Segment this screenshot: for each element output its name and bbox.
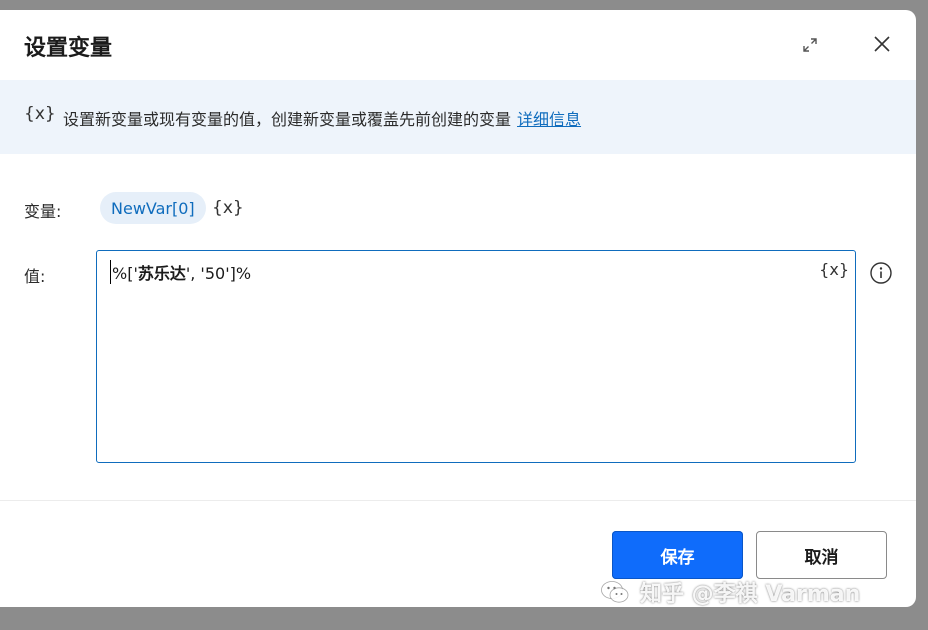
expand-arrows-icon: [803, 38, 817, 52]
variable-icon: {x}: [24, 104, 56, 124]
banner-text: 设置新变量或现有变量的值，创建新变量或覆盖先前创建的变量 详细信息: [63, 106, 581, 130]
watermark-text: 知乎 @李祺 Varman: [640, 582, 861, 607]
wechat-logo-icon: [601, 581, 629, 603]
info-glyph: [870, 262, 892, 284]
dialog-title: 设置变量: [24, 36, 113, 61]
expand-button[interactable]: [798, 33, 822, 57]
watermark: 知乎 @李祺 Varman: [600, 572, 860, 612]
variable-picker-icon[interactable]: {x}: [212, 198, 244, 218]
close-icon: [874, 36, 890, 52]
value-label: 值:: [24, 267, 46, 286]
info-circle-icon[interactable]: [869, 261, 893, 285]
banner-description: 设置新变量或现有变量的值，创建新变量或覆盖先前创建的变量: [63, 110, 512, 129]
dialog-header: 设置变量: [0, 10, 916, 80]
value-variable-picker-icon[interactable]: {x}: [819, 260, 849, 279]
set-variable-dialog: 设置变量 {x} 设置新变量或现有变量的值，创建新变量或覆盖先前创建的变量 详细信…: [0, 10, 916, 607]
value-input[interactable]: %['苏乐达', '50']% {x}: [96, 250, 856, 463]
value-text: %['苏乐达', '50']%: [110, 260, 251, 284]
info-banner: {x} 设置新变量或现有变量的值，创建新变量或覆盖先前创建的变量 详细信息: [0, 80, 916, 154]
variable-name-chip[interactable]: NewVar[0]: [100, 192, 206, 224]
value-bold-part: 苏乐达: [137, 264, 186, 283]
footer-divider: [0, 500, 916, 501]
more-info-link[interactable]: 详细信息: [517, 110, 581, 129]
close-button[interactable]: [868, 30, 896, 58]
value-suffix: ', '50']%: [185, 264, 252, 283]
value-prefix: %[': [112, 264, 138, 283]
variable-label: 变量:: [24, 202, 62, 221]
